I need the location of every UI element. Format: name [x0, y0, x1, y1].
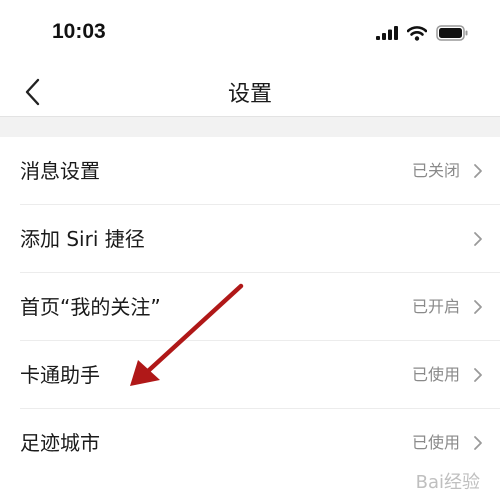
row-label: 消息设置	[20, 159, 100, 183]
row-label: 添加 Siri 捷径	[20, 227, 145, 251]
chevron-right-icon	[474, 164, 482, 178]
row-value: 已使用	[411, 365, 460, 384]
watermark: Bai经验	[415, 472, 480, 493]
settings-row-siri-shortcut[interactable]: 添加 Siri 捷径	[0, 205, 500, 273]
settings-row-cartoon-assistant[interactable]: 卡通助手 已使用	[0, 341, 500, 409]
signal-icon	[376, 26, 398, 40]
settings-row-footprint-cities[interactable]: 足迹城市 已使用	[0, 409, 500, 477]
chevron-right-icon	[474, 436, 482, 450]
status-time: 10:03	[52, 20, 106, 43]
settings-row-message[interactable]: 消息设置 已关闭	[0, 137, 500, 205]
row-value: 已使用	[411, 433, 460, 452]
row-label: 足迹城市	[20, 431, 100, 455]
chevron-right-icon	[474, 232, 482, 246]
settings-row-home-following[interactable]: 首页“我的关注” 已开启	[0, 273, 500, 341]
chevron-right-icon	[474, 300, 482, 314]
battery-icon	[436, 25, 468, 41]
section-gap	[0, 117, 500, 137]
wifi-icon	[407, 25, 427, 41]
status-icons	[376, 24, 468, 42]
page-title: 设置	[227, 82, 272, 107]
chevron-right-icon	[474, 368, 482, 382]
navigation-bar: 设置	[0, 66, 500, 117]
row-label: 卡通助手	[20, 363, 100, 387]
settings-list: 消息设置 已关闭 添加 Siri 捷径 首页“我的关注” 已开启 卡通助手 已使…	[0, 137, 500, 477]
row-value: 已开启	[411, 297, 460, 316]
row-label: 首页“我的关注”	[20, 295, 161, 319]
row-value: 已关闭	[411, 161, 460, 180]
status-bar: 10:03	[0, 0, 500, 66]
